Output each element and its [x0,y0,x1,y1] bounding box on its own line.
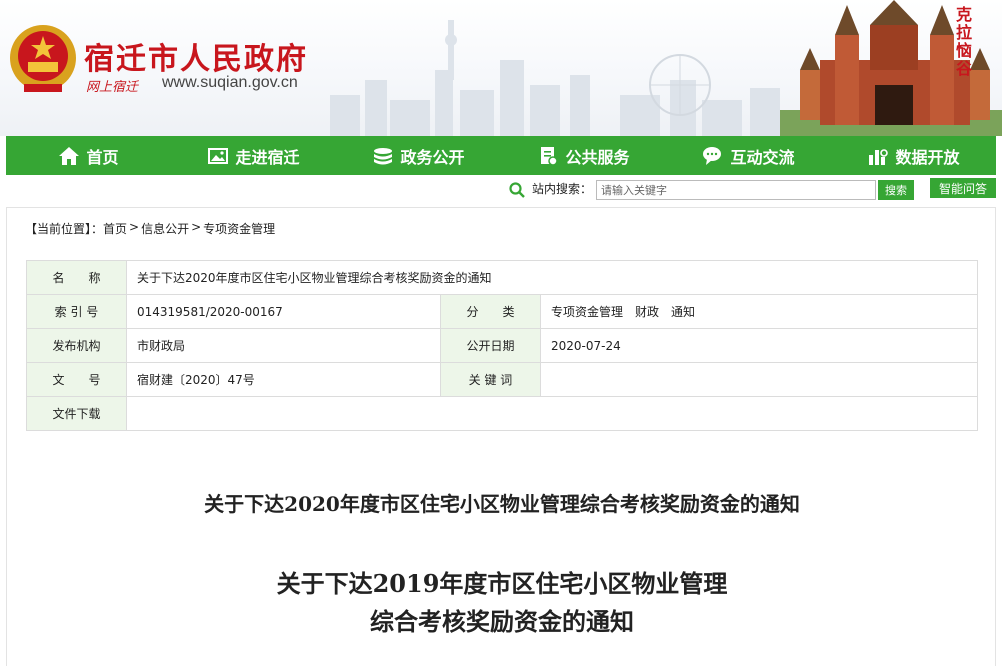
nav-item-label: 走进宿迁 [235,147,300,167]
org-value: 市财政局 [126,328,441,363]
category-label: 分 类 [440,294,541,329]
smart-qa-button[interactable]: 智能问答 [930,178,996,198]
nav-item-affairs[interactable]: 政务公开 [336,136,501,175]
breadcrumb-separator: > [191,220,202,234]
nav-item-services[interactable]: 公共服务 [501,136,666,175]
chat-icon [703,146,722,165]
breadcrumb-link-home[interactable]: 首页 [103,220,127,237]
site-title: 宿迁市人民政府 [84,42,308,77]
image-icon [208,147,229,164]
header-banner: 宿迁市人民政府 网上宿迁 www.suqian.gov.cn 克拉恼谷 [0,0,1002,136]
breadcrumb-prefix: 【当前位置】： [25,222,104,236]
search-label: 站内搜索： [532,182,593,196]
document-title-line2: 综合考核奖励资金的通知 [370,607,634,636]
search-bar: 站内搜索： 搜索 智能问答 [0,178,1002,202]
content-panel: 【当前位置】： 首页 > 信息公开 > 专项资金管理 名 称 关于下达2020年… [6,207,996,666]
table-row: 名 称 关于下达2020年度市区住宅小区物业管理综合考核奖励资金的通知 [26,260,978,295]
docno-value: 宿财建〔2020〕47号 [126,362,441,397]
chart-icon [869,148,889,165]
document-info-table: 名 称 关于下达2020年度市区住宅小区物业管理综合考核奖励资金的通知 索 引 … [26,260,978,431]
page: 宿迁市人民政府 网上宿迁 www.suqian.gov.cn 克拉恼谷 首页 走… [0,0,1002,666]
table-row: 发布机构 市财政局 公开日期 2020-07-24 [26,328,978,363]
breadcrumb-separator: > [129,220,140,234]
site-url[interactable]: www.suqian.gov.cn [162,74,298,92]
main-nav: 首页 走进宿迁 政务公开 公共服务 互动交流 数据开放 [6,136,996,175]
home-icon [59,146,80,165]
table-row: 索 引 号 014319581/2020-00167 分 类 专项资金管理 财政… [26,294,978,329]
calligraphy-text: 克拉恼谷 [956,5,973,78]
table-row: 文 号 宿财建〔2020〕47号 关 键 词 [26,362,978,397]
nav-item-label: 互动交流 [730,147,795,167]
nav-item-label: 首页 [86,147,119,167]
document-title-line1: 关于下达2019年度市区住宅小区物业管理 [276,569,728,598]
nav-item-interaction[interactable]: 互动交流 [666,136,831,175]
nav-item-label: 政务公开 [400,147,465,167]
date-value: 2020-07-24 [540,328,978,363]
keyword-label: 关 键 词 [440,362,541,397]
article-title: 关于下达2020年度市区住宅小区物业管理综合考核奖励资金的通知 [204,492,800,516]
nav-item-data[interactable]: 数据开放 [831,136,996,175]
document-title: 关于下达2019年度市区住宅小区物业管理 综合考核奖励资金的通知 [7,565,997,641]
download-label: 文件下载 [26,396,127,431]
search-input[interactable] [596,180,876,200]
search-icon [509,182,525,198]
nav-item-about[interactable]: 走进宿迁 [171,136,336,175]
document-icon [541,146,559,166]
download-value[interactable] [126,396,978,431]
nav-item-label: 数据开放 [895,147,960,167]
breadcrumb-link-info[interactable]: 信息公开 [141,220,189,237]
name-label: 名 称 [26,260,127,295]
org-label: 发布机构 [26,328,127,363]
site-slogan: 网上宿迁 [86,80,139,95]
breadcrumb: 【当前位置】： 首页 > 信息公开 > 专项资金管理 [25,220,275,237]
name-value: 关于下达2020年度市区住宅小区物业管理综合考核奖励资金的通知 [126,260,978,295]
search-button[interactable]: 搜索 [878,180,914,200]
date-label: 公开日期 [440,328,541,363]
breadcrumb-link-funds[interactable]: 专项资金管理 [203,220,275,237]
nav-item-home[interactable]: 首页 [6,136,171,175]
keyword-value [540,362,978,397]
index-label: 索 引 号 [26,294,127,329]
docno-label: 文 号 [26,362,127,397]
stack-icon [374,147,393,164]
category-value: 专项资金管理 财政 通知 [540,294,978,329]
table-row: 文件下载 [26,396,978,431]
index-value: 014319581/2020-00167 [126,294,441,329]
nav-item-label: 公共服务 [565,147,630,167]
national-emblem-logo [10,25,76,92]
city-skyline-illustration [330,20,780,136]
